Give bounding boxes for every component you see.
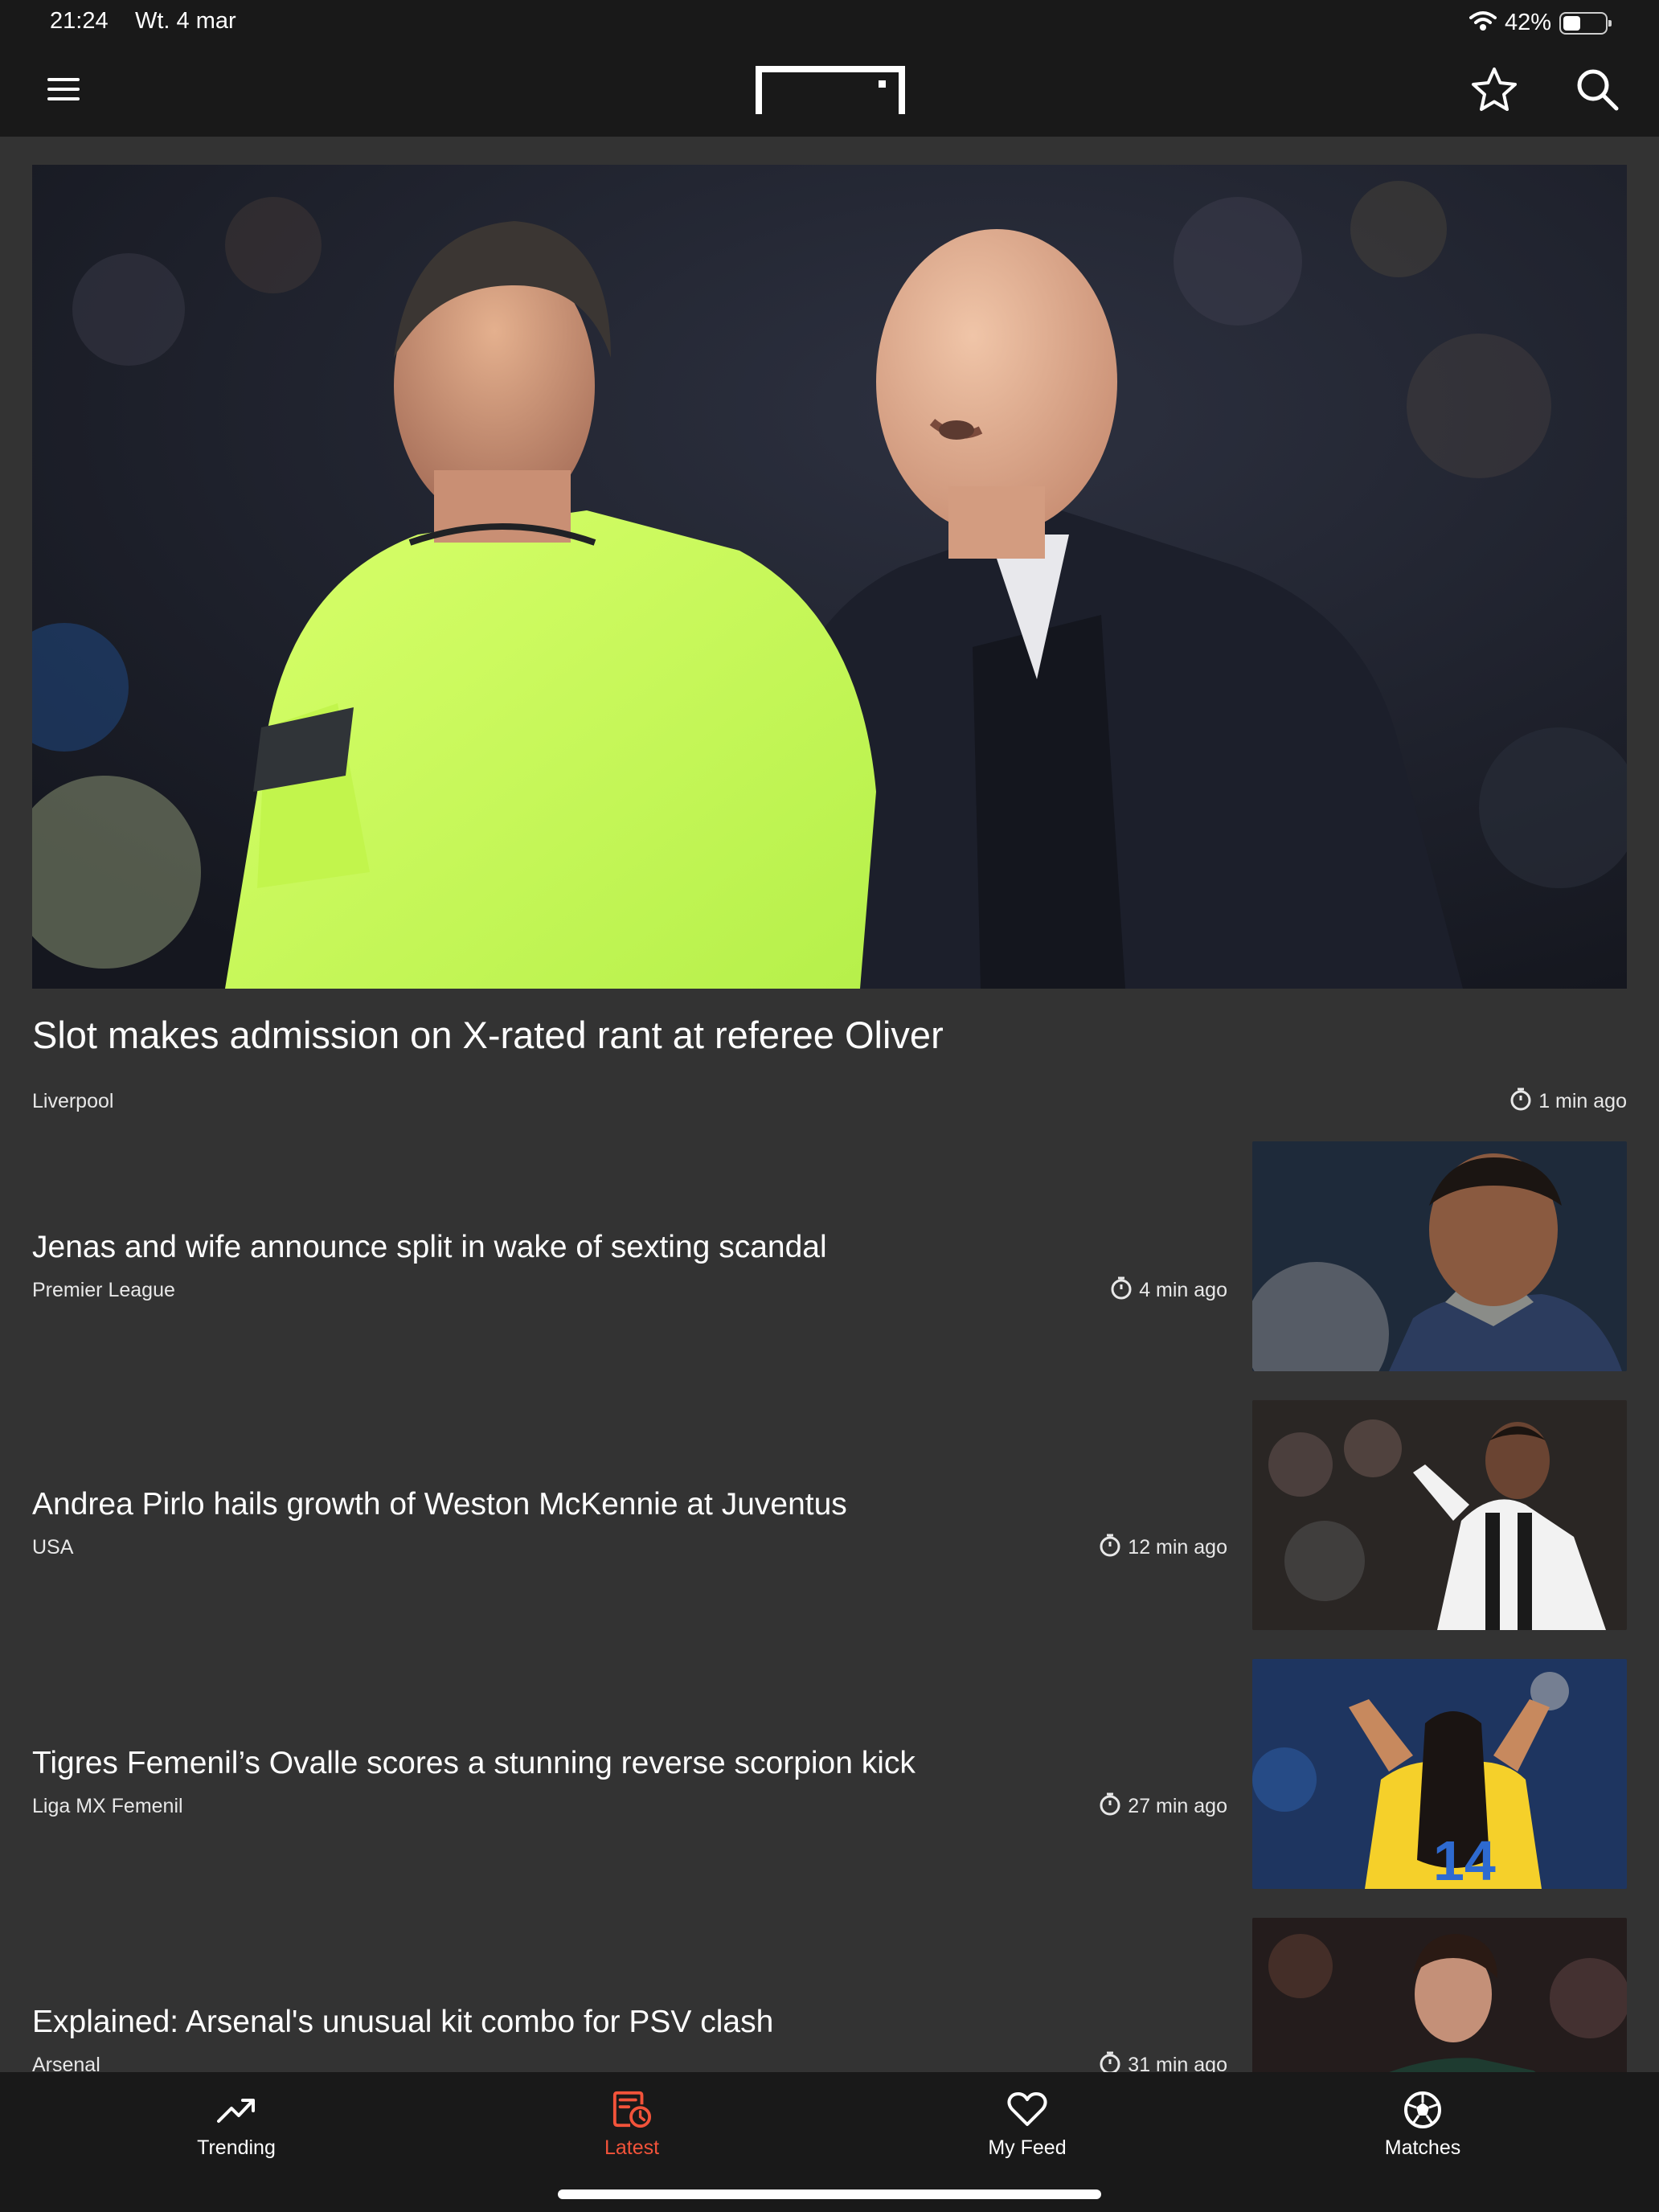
tab-my-feed-label: My Feed bbox=[988, 2136, 1067, 2159]
article-row[interactable]: Tigres Femenil’s Ovalle scores a stunnin… bbox=[32, 1659, 1627, 1889]
article-category[interactable]: Arsenal bbox=[32, 2054, 100, 2073]
article-timestamp: 12 min ago bbox=[1099, 1533, 1227, 1563]
article-meta: Arsenal 31 min ago bbox=[32, 2051, 1227, 2072]
article-row[interactable]: Jenas and wife announce split in wake of… bbox=[32, 1141, 1627, 1371]
article-time-text: 27 min ago bbox=[1128, 1794, 1227, 1817]
article-meta: Liga MX Femenil 27 min ago bbox=[32, 1792, 1227, 1820]
article-thumbnail[interactable]: 14 bbox=[1252, 1659, 1627, 1889]
tab-latest[interactable]: Latest bbox=[527, 2090, 736, 2170]
article-title[interactable]: Tigres Femenil’s Ovalle scores a stunnin… bbox=[32, 1746, 916, 1781]
tab-matches-label: Matches bbox=[1384, 2136, 1461, 2159]
hero-article-image[interactable] bbox=[32, 165, 1627, 989]
article-thumbnail[interactable] bbox=[1252, 1918, 1627, 2072]
status-time: 21:24 bbox=[50, 8, 109, 34]
goal-logo-icon[interactable] bbox=[756, 66, 905, 116]
article-title[interactable]: Jenas and wife announce split in wake of… bbox=[32, 1230, 827, 1265]
hero-article-meta: Liverpool 1 min ago bbox=[32, 1087, 1627, 1116]
tab-trending[interactable]: Trending bbox=[132, 2090, 341, 2170]
status-right-group: 42% bbox=[1469, 10, 1612, 36]
article-timestamp: 27 min ago bbox=[1099, 1792, 1227, 1821]
article-title[interactable]: Andrea Pirlo hails growth of Weston McKe… bbox=[32, 1487, 847, 1522]
article-category[interactable]: Premier League bbox=[32, 1279, 175, 1302]
article-time-text: 4 min ago bbox=[1139, 1278, 1227, 1301]
article-row[interactable]: Andrea Pirlo hails growth of Weston McKe… bbox=[32, 1400, 1627, 1630]
battery-percent: 42% bbox=[1504, 10, 1551, 35]
hero-article-timestamp: 1 min ago bbox=[1509, 1087, 1627, 1116]
status-bar: 21:24 Wt. 4 mar 42% bbox=[0, 0, 1659, 45]
article-timestamp: 31 min ago bbox=[1099, 2050, 1227, 2073]
article-timestamp: 4 min ago bbox=[1110, 1276, 1227, 1305]
article-time-text: 12 min ago bbox=[1128, 1535, 1227, 1559]
home-indicator[interactable] bbox=[558, 2189, 1101, 2199]
tab-latest-label: Latest bbox=[604, 2136, 660, 2159]
article-thumbnail[interactable] bbox=[1252, 1400, 1627, 1630]
hero-article-title[interactable]: Slot makes admission on X-rated rant at … bbox=[32, 1013, 1559, 1057]
stopwatch-icon bbox=[1509, 1087, 1532, 1116]
article-category[interactable]: USA bbox=[32, 1536, 73, 1559]
status-date: Wt. 4 mar bbox=[135, 8, 236, 34]
trending-up-icon bbox=[216, 2090, 256, 2130]
football-icon bbox=[1403, 2090, 1443, 2130]
news-feed[interactable]: Slot makes admission on X-rated rant at … bbox=[0, 137, 1659, 2072]
wifi-icon bbox=[1469, 10, 1497, 35]
tab-my-feed[interactable]: My Feed bbox=[923, 2090, 1132, 2170]
battery-icon bbox=[1559, 11, 1612, 35]
latest-news-clock-icon bbox=[612, 2090, 652, 2130]
menu-button[interactable] bbox=[42, 69, 85, 113]
search-icon bbox=[1575, 68, 1619, 115]
favorites-button[interactable] bbox=[1468, 64, 1521, 117]
article-time-text: 31 min ago bbox=[1128, 2053, 1227, 2073]
article-category[interactable]: Liga MX Femenil bbox=[32, 1795, 183, 1818]
search-button[interactable] bbox=[1571, 64, 1624, 117]
app-root: 21:24 Wt. 4 mar 42% Slot makes admission… bbox=[0, 0, 1659, 2212]
battery-level bbox=[1563, 15, 1580, 31]
article-thumbnail[interactable] bbox=[1252, 1141, 1627, 1371]
hero-article-time-text: 1 min ago bbox=[1538, 1089, 1627, 1112]
article-meta: Premier League 4 min ago bbox=[32, 1276, 1227, 1304]
article-meta: USA 12 min ago bbox=[32, 1534, 1227, 1561]
svg-text:14: 14 bbox=[1433, 1829, 1496, 1889]
hamburger-menu-icon bbox=[47, 76, 80, 106]
tab-matches[interactable]: Matches bbox=[1318, 2090, 1527, 2170]
article-row[interactable]: Explained: Arsenal's unusual kit combo f… bbox=[32, 1918, 1627, 2072]
stopwatch-icon bbox=[1099, 1792, 1121, 1821]
heart-icon bbox=[1007, 2090, 1047, 2130]
star-icon bbox=[1471, 67, 1518, 116]
article-title[interactable]: Explained: Arsenal's unusual kit combo f… bbox=[32, 2005, 773, 2040]
stopwatch-icon bbox=[1099, 1533, 1121, 1563]
tab-trending-label: Trending bbox=[197, 2136, 276, 2159]
stopwatch-icon bbox=[1110, 1276, 1133, 1305]
stopwatch-icon bbox=[1099, 2050, 1121, 2072]
hero-article-category[interactable]: Liverpool bbox=[32, 1090, 113, 1113]
top-app-bar bbox=[0, 45, 1659, 137]
